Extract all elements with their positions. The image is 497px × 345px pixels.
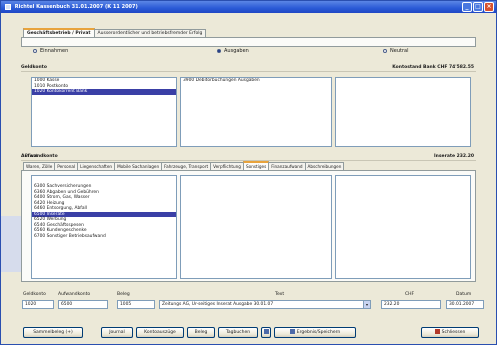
radio-einnahmen[interactable]: Einnahmen [33, 46, 68, 56]
chevron-down-icon[interactable]: ▾ [363, 301, 370, 308]
list-item[interactable]: 1020 Kontokorrent Bank [32, 89, 176, 95]
close-button[interactable]: × [484, 2, 494, 12]
tab-ausserordentlich[interactable]: Ausserordentlicher und betriebsfremder E… [93, 29, 207, 37]
radio-neutral[interactable]: Neutral [383, 46, 408, 56]
chf-field[interactable]: 232.20 [381, 300, 441, 309]
aufwandkonto-header: Aufwandkonto Inserate 232.20 [21, 153, 476, 161]
header-chf: CHF [405, 292, 415, 297]
radio-label: Ausgaben [224, 48, 249, 54]
save-icon [289, 329, 295, 334]
app-window: Richtel Kassenbuch 31.01.2007 (K 11 2007… [0, 0, 497, 345]
subtab-abschreibungen[interactable]: Abschreibungen [304, 162, 345, 170]
title-bar[interactable]: Richtel Kassenbuch 31.01.2007 (K 11 2007… [1, 1, 496, 13]
tab-geschaeftsbetrieb[interactable]: Geschäftsbetrieb / Privat [23, 28, 95, 37]
app-icon [5, 3, 11, 10]
window-title: Richtel Kassenbuch 31.01.2007 (K 11 2007… [14, 4, 138, 10]
list-item[interactable]: 6700 Sonstiger Betriebsaufwand [32, 234, 176, 240]
beleg-field[interactable]: 1005 [117, 300, 155, 309]
button-label: Schliessen [441, 330, 466, 335]
close-icon [434, 329, 440, 334]
geldkonto-header: Geldkonto Kontostand Bank CHF 74'582.55 [21, 64, 476, 72]
maximize-button[interactable]: □ [473, 2, 483, 12]
side-decoration [1, 216, 21, 272]
sammelbeleg-button[interactable]: Sammelbeleg (+) [23, 327, 83, 338]
journal-button[interactable]: Journal [101, 327, 133, 338]
radio-label: Einnahmen [40, 48, 69, 54]
section-title: Geldkonto [21, 65, 47, 70]
radio-dot [33, 49, 37, 53]
aufwandkonto-list[interactable]: 6300 Sachversicherungen 6360 Abgaben und… [31, 175, 177, 279]
radio-ausgaben[interactable]: Ausgaben [217, 46, 249, 56]
gegenbuchung-list[interactable]: 3900 Debitorbuchungen Ausgaben [180, 77, 332, 147]
ergebnis-button[interactable]: Ergebnis/Speichern [274, 327, 356, 338]
aufwand-right-list[interactable] [335, 175, 471, 279]
account-balance: Kontostand Bank CHF 74'582.55 [392, 65, 474, 70]
header-geldkonto: Geldkonto [23, 292, 46, 297]
text-field[interactable]: Zeitungs AG, Ur-seitiges Inserat Ausgabe… [159, 300, 371, 309]
subtab-mobile-sachanlagen[interactable]: Mobile Sachanlagen [114, 162, 163, 170]
header-text: Text [275, 292, 285, 297]
subtab-verpflichtung[interactable]: Verpflichtung [210, 162, 244, 170]
print-button[interactable] [261, 327, 271, 338]
aufwandkonto-field[interactable]: 6500 [58, 300, 108, 309]
minimize-button[interactable]: _ [462, 2, 472, 12]
geldkonto-field[interactable]: 1020 [22, 300, 54, 309]
radio-label: Neutral [390, 48, 409, 54]
list-item[interactable]: 3900 Debitorbuchungen Ausgaben [181, 78, 331, 84]
radio-dot [217, 49, 221, 53]
direction-radios: Einnahmen Ausgaben Neutral [1, 46, 497, 56]
entry-row: 1020 6500 1005 Zeitungs AG, Ur-seitiges … [1, 300, 497, 310]
subtab-sonstiges[interactable]: Sonstiges [242, 161, 270, 170]
beleg-button[interactable]: Beleg [187, 327, 215, 338]
selected-account-amount: Inserate 232.20 [434, 154, 474, 159]
kontoauszuege-button[interactable]: Kontoauszüge [136, 327, 184, 338]
header-aufwandkonto: Aufwandkonto [58, 292, 91, 297]
header-beleg: Beleg [117, 292, 130, 297]
main-tabs: Geschäftsbetrieb / Privat Ausserordentli… [23, 28, 207, 37]
subtab-waren[interactable]: Waren, Zölle [23, 162, 56, 170]
button-row: Sammelbeleg (+) Journal Kontoauszüge Bel… [1, 327, 497, 339]
schliessen-button[interactable]: Schliessen [421, 327, 479, 338]
window-controls: _ □ × [462, 2, 494, 12]
geldkonto-list[interactable]: 1000 Kasse 1010 Postkonto 1020 Kontokorr… [31, 77, 177, 147]
subtab-finanzaufwand[interactable]: Finanzaufwand [268, 162, 306, 170]
subtab-personal[interactable]: Personal [54, 162, 79, 170]
text-field-value: Zeitungs AG, Ur-seitiges Inserat Ausgabe… [162, 302, 274, 307]
aufwand-middle-list[interactable] [180, 175, 332, 279]
entry-headers: Geldkonto Aufwandkonto Beleg Text CHF Da… [1, 291, 497, 298]
third-list[interactable] [335, 77, 471, 147]
radio-dot [383, 49, 387, 53]
aufwand-subtabs: Waren, Zölle Personal Liegenschaften Mob… [23, 161, 345, 170]
tagbuchen-button[interactable]: Tagbuchen [218, 327, 258, 338]
datum-field[interactable]: 30.01.2007 [446, 300, 484, 309]
subtab-fahrzeuge[interactable]: Fahrzeuge, Transport [161, 162, 212, 170]
printer-icon [263, 329, 269, 334]
button-label: Ergebnis/Speichern [296, 330, 341, 335]
header-datum: Datum [456, 292, 472, 297]
subtab-liegenschaften[interactable]: Liegenschaften [77, 162, 116, 170]
privat-label: Privat [25, 154, 38, 159]
